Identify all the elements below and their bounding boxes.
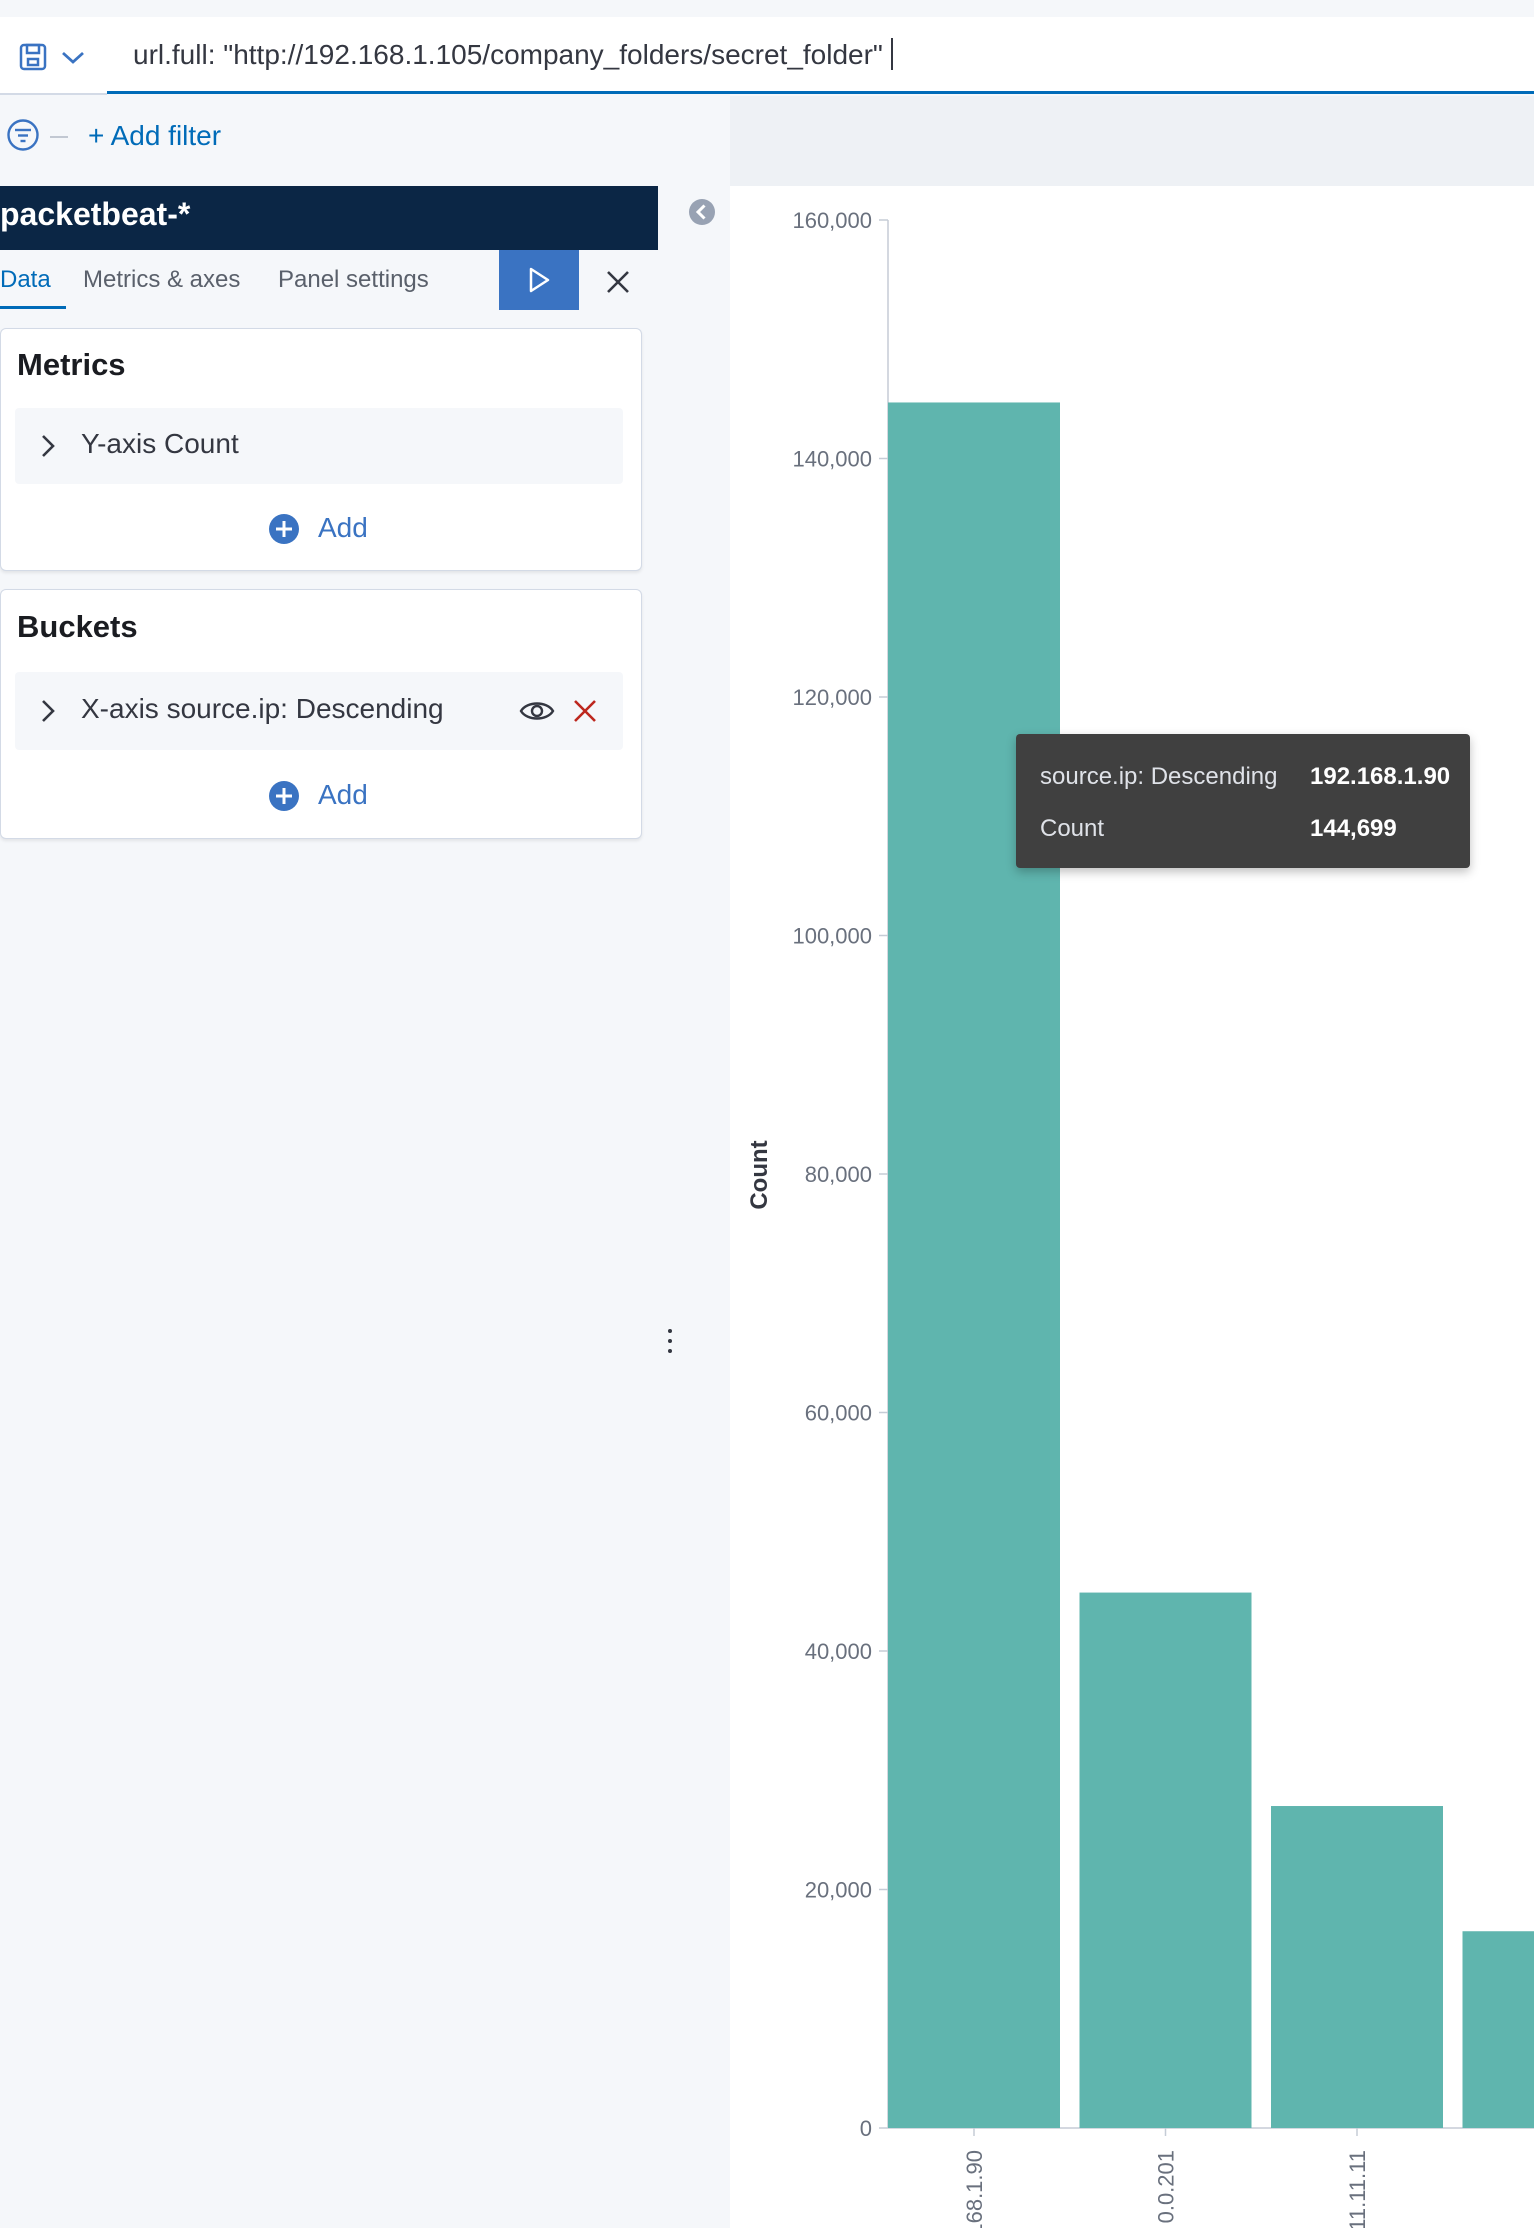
tooltip-value-1: 192.168.1.90 bbox=[1310, 763, 1451, 790]
y-tick-label: 120,000 bbox=[792, 685, 872, 710]
x-tick-label: 168.1.90 bbox=[962, 2150, 987, 2228]
y-tick-label: 80,000 bbox=[805, 1162, 872, 1187]
x-axis-ticks: 168.1.90 0.0.201 0.11.11.11 bbox=[962, 2128, 1370, 2228]
y-tick-label: 40,000 bbox=[805, 1639, 872, 1664]
bar[interactable] bbox=[888, 402, 1060, 2129]
y-tick-label: 20,000 bbox=[805, 1878, 872, 1903]
y-axis-title: Count bbox=[746, 1140, 773, 1209]
x-tick-label: 0.11.11.11 bbox=[1345, 2150, 1370, 2228]
chart-tooltip: source.ip: Descending 192.168.1.90 Count… bbox=[1016, 734, 1470, 868]
y-axis-ticks: 0 20,000 40,000 60,000 80,000 100,000 120,000 1… bbox=[792, 208, 888, 2141]
y-tick-label: 60,000 bbox=[805, 1401, 872, 1426]
bar[interactable] bbox=[1271, 1806, 1443, 2128]
tooltip-key-1: source.ip: Descending bbox=[1040, 763, 1278, 790]
y-tick-label: 100,000 bbox=[792, 924, 872, 949]
y-tick-label: 0 bbox=[860, 2116, 872, 2141]
tooltip-value-2: 144,699 bbox=[1310, 815, 1397, 842]
y-tick-label: 160,000 bbox=[792, 208, 872, 233]
bar-chart: 0 20,000 40,000 60,000 80,000 100,000 120,000 1… bbox=[746, 208, 1534, 2228]
bars bbox=[888, 402, 1534, 2129]
bar[interactable] bbox=[1462, 1931, 1534, 2128]
y-tick-label: 140,000 bbox=[792, 447, 872, 472]
x-tick-label: 0.0.201 bbox=[1154, 2150, 1179, 2223]
bar[interactable] bbox=[1079, 1592, 1252, 2128]
tooltip-key-2: Count bbox=[1040, 815, 1105, 842]
